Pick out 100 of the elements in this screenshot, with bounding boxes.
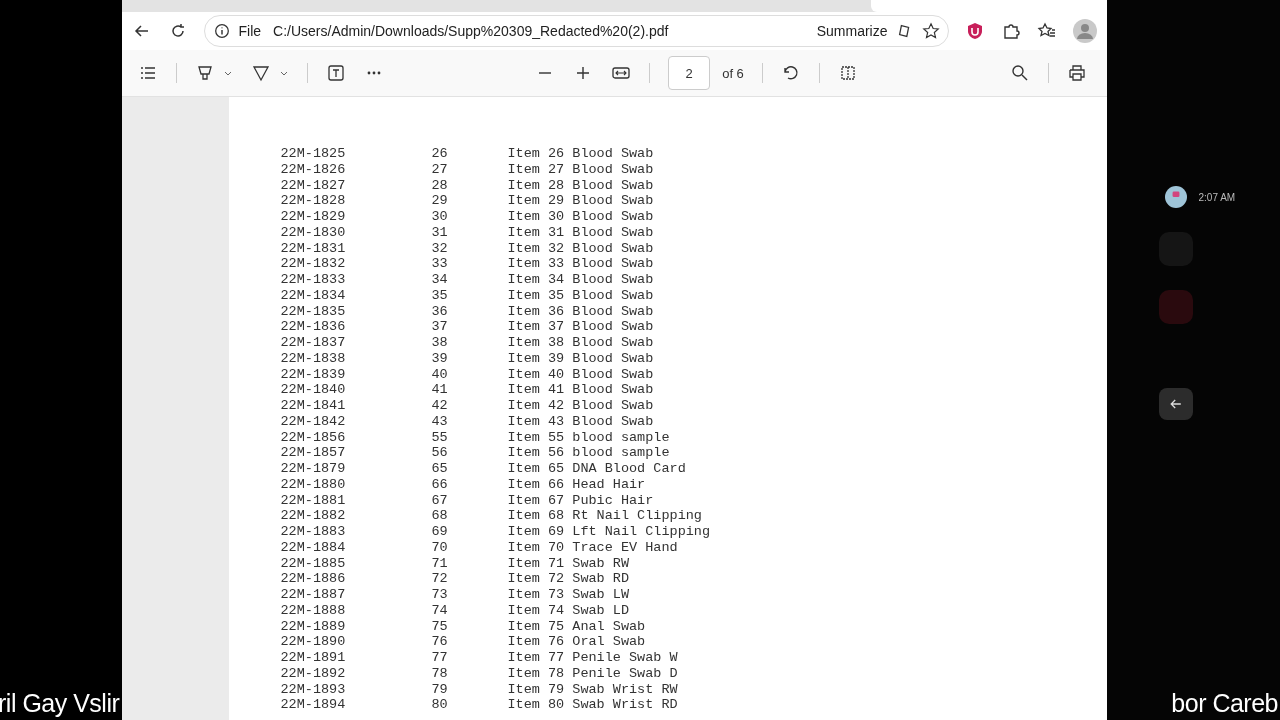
item-description: Item 28 Blood Swab bbox=[507, 177, 654, 194]
search-icon[interactable] bbox=[1009, 63, 1030, 83]
case-number: 22M-1893 bbox=[280, 681, 347, 698]
item-number: 43 bbox=[431, 413, 449, 430]
case-number: 22M-1886 bbox=[280, 571, 347, 587]
draw-icon[interactable] bbox=[250, 63, 271, 83]
profile-icon[interactable] bbox=[1072, 19, 1097, 43]
item-description: Item 36 Blood Swab bbox=[507, 303, 654, 320]
item-description: Item 32 Blood Swab bbox=[507, 240, 654, 257]
item-description: Item 42 Blood Swab bbox=[507, 398, 654, 414]
item-number: 27 bbox=[431, 161, 449, 178]
item-number: 79 bbox=[431, 681, 449, 698]
print-icon[interactable] bbox=[1066, 63, 1087, 83]
star-icon[interactable] bbox=[921, 22, 940, 40]
item-number: 37 bbox=[431, 319, 449, 335]
item-description: Item 31 Blood Swab bbox=[507, 224, 654, 241]
item-number: 28 bbox=[431, 177, 449, 194]
case-number: 22M-1826 bbox=[280, 161, 347, 178]
ticker-text: bor Careb bbox=[1171, 688, 1278, 718]
item-description: Item 68 Rt Nail Clipping bbox=[507, 508, 702, 524]
item-description: Item 30 Blood Swab bbox=[507, 209, 654, 225]
scheme-label: File bbox=[238, 23, 262, 39]
address-bar[interactable]: File C:/Users/Admin/Downloads/Supp%20309_Redacted%20(2).pdf Summarize bbox=[203, 15, 949, 47]
item-number: 75 bbox=[431, 618, 449, 635]
url-text: C:/Users/Admin/Downloads/Supp%20309_Redacted%20(2).pdf bbox=[273, 23, 669, 39]
item-description: Item 29 Blood Swab bbox=[507, 193, 654, 209]
text-box-icon[interactable] bbox=[325, 63, 346, 83]
item-description: Item 56 blood sample bbox=[507, 445, 670, 461]
case-number: 22M-1833 bbox=[280, 272, 347, 288]
item-description: Item 71 Swab RW bbox=[507, 555, 630, 572]
item-description: Item 77 Penile Swab W bbox=[507, 650, 678, 666]
case-number: 22M-1825 bbox=[280, 146, 347, 162]
item-description: Item 43 Blood Swab bbox=[507, 413, 654, 430]
item-description: Item 37 Blood Swab bbox=[507, 319, 654, 335]
item-number: 68 bbox=[431, 508, 449, 524]
item-number: 30 bbox=[431, 209, 449, 225]
item-number: 34 bbox=[431, 272, 449, 288]
item-number: 26 bbox=[431, 146, 449, 162]
item-description: Item 35 Blood Swab bbox=[507, 287, 654, 304]
case-number: 22M-1894 bbox=[280, 697, 347, 713]
item-number: 55 bbox=[431, 429, 449, 446]
item-number: 38 bbox=[431, 335, 449, 351]
item-number: 77 bbox=[431, 650, 449, 666]
item-number: 78 bbox=[431, 665, 449, 682]
item-number: 35 bbox=[431, 287, 449, 304]
summarize-button[interactable]: Summarize bbox=[816, 23, 888, 39]
item-number: 56 bbox=[431, 445, 449, 461]
item-description: Item 38 Blood Swab bbox=[507, 335, 654, 351]
case-number: 22M-1889 bbox=[280, 618, 347, 635]
item-description: Item 76 Oral Swab bbox=[507, 634, 646, 650]
case-number: 22M-1834 bbox=[280, 287, 347, 304]
item-number: 71 bbox=[431, 555, 449, 572]
case-number: 22M-1885 bbox=[280, 555, 347, 572]
item-number: 39 bbox=[431, 350, 449, 367]
item-number: 73 bbox=[431, 587, 449, 603]
back-button[interactable] bbox=[1158, 388, 1193, 420]
case-number: 22M-1882 bbox=[280, 508, 347, 524]
item-description: Item 67 Pubic Hair bbox=[507, 492, 654, 509]
item-number: 41 bbox=[431, 382, 449, 398]
case-number: 22M-1829 bbox=[280, 209, 347, 225]
item-description: Item 65 DNA Blood Card bbox=[507, 461, 686, 477]
item-description: Item 33 Blood Swab bbox=[507, 256, 654, 272]
page-number-field[interactable]: 2 bbox=[668, 56, 711, 90]
info-icon[interactable] bbox=[212, 22, 231, 40]
case-number: 22M-1832 bbox=[280, 256, 347, 272]
item-number: 69 bbox=[431, 524, 449, 540]
case-number: 22M-1887 bbox=[280, 587, 347, 603]
item-number: 65 bbox=[431, 461, 449, 477]
item-number: 40 bbox=[431, 366, 449, 383]
item-description: Item 66 Head Hair bbox=[507, 476, 646, 493]
case-number: 22M-1890 bbox=[280, 634, 347, 650]
item-description: Item 74 Swab LD bbox=[507, 602, 630, 619]
item-number: 76 bbox=[431, 634, 449, 650]
item-description: Item 55 blood sample bbox=[507, 429, 670, 446]
item-description: Item 27 Blood Swab bbox=[507, 161, 654, 178]
page-count: of 6 bbox=[722, 65, 744, 81]
case-number: 22M-1835 bbox=[280, 303, 347, 320]
case-number: 22M-1827 bbox=[280, 177, 347, 194]
item-number: 72 bbox=[431, 571, 449, 587]
item-number: 67 bbox=[431, 492, 449, 509]
case-number: 22M-1836 bbox=[280, 319, 347, 335]
item-description: Item 79 Swab Wrist RW bbox=[507, 681, 678, 698]
case-number: 22M-1840 bbox=[280, 382, 347, 398]
case-number: 22M-1884 bbox=[280, 539, 347, 556]
item-number: 74 bbox=[431, 602, 449, 619]
case-number: 22M-1838 bbox=[280, 350, 347, 367]
item-description: Item 73 Swab LW bbox=[507, 587, 630, 603]
item-description: Item 72 Swab RD bbox=[507, 571, 630, 587]
item-number: 66 bbox=[431, 476, 449, 493]
item-description: Item 39 Blood Swab bbox=[507, 350, 654, 367]
item-description: Item 75 Anal Swab bbox=[507, 618, 646, 635]
case-number: 22M-1839 bbox=[280, 366, 347, 383]
item-description: Item 26 Blood Swab bbox=[507, 146, 654, 162]
case-number: 22M-1831 bbox=[280, 240, 347, 257]
item-description: Item 78 Penile Swab D bbox=[507, 665, 678, 682]
item-number: 33 bbox=[431, 256, 449, 272]
item-description: Item 70 Trace EV Hand bbox=[507, 539, 678, 556]
item-number: 32 bbox=[431, 240, 449, 257]
message-time: 2:07 AM bbox=[1198, 191, 1236, 203]
case-number: 22M-1881 bbox=[280, 492, 347, 509]
